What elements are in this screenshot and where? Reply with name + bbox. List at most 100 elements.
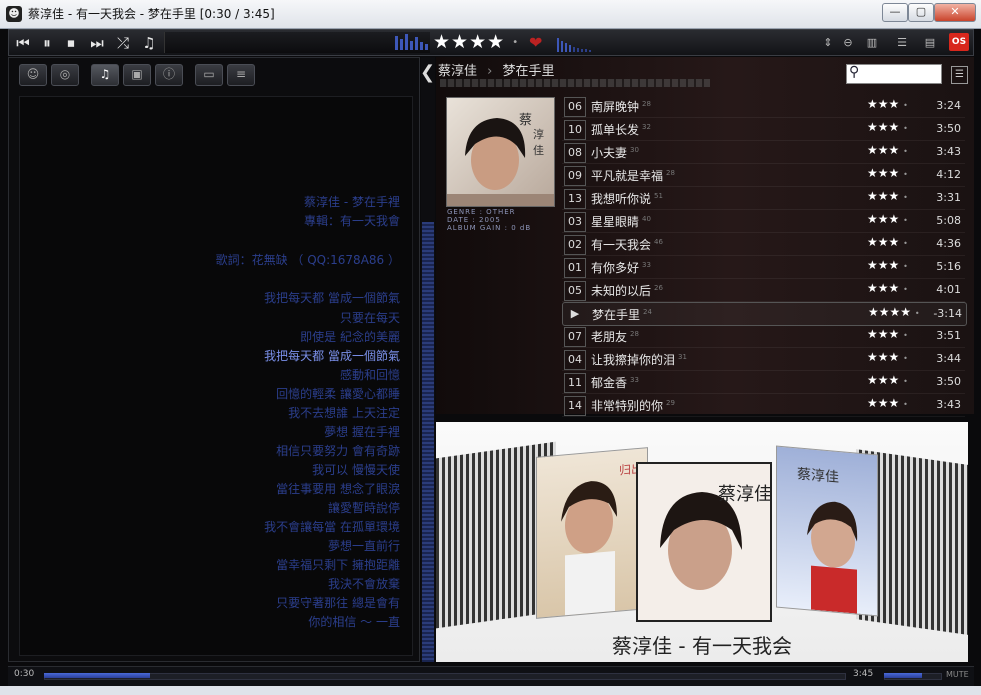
tab-lyrics-icon[interactable]: ♫ xyxy=(91,64,119,86)
track-row[interactable]: ▶ 梦在手里 24 ★★★★ • -3:14 xyxy=(562,302,967,326)
track-rating-stars[interactable]: ★★★ xyxy=(867,189,899,203)
track-row[interactable]: 11 郁金香 33 ★★★ • 3:50 xyxy=(562,371,965,394)
track-rating-stars[interactable]: ★★★ xyxy=(867,396,899,410)
track-rating[interactable]: ★★★★ • xyxy=(868,305,920,319)
breadcrumb-artist[interactable]: 蔡淳佳 xyxy=(438,64,477,79)
rating-dot[interactable]: • xyxy=(512,37,519,48)
track-rating-dot[interactable]: • xyxy=(903,239,908,248)
track-rating[interactable]: ★★★ • xyxy=(867,258,908,272)
search-input[interactable] xyxy=(846,64,942,84)
display-mode-icon[interactable]: ▤ xyxy=(919,35,941,50)
coverflow-cover-center[interactable]: 蔡淳佳 xyxy=(636,462,772,622)
sort-icon[interactable]: ⇕ xyxy=(821,35,835,50)
panel-scrollbar[interactable] xyxy=(421,57,435,662)
minimize-mode-icon[interactable]: ⊖ xyxy=(841,35,855,50)
back-arrow-icon[interactable]: ❮ xyxy=(420,62,435,83)
playlist-icon[interactable]: ☰ xyxy=(891,35,913,50)
track-rating-stars[interactable]: ★★★ xyxy=(867,166,899,180)
track-rating[interactable]: ★★★ • xyxy=(867,373,908,387)
coverflow-view[interactable]: 归出 蔡淳佳 蔡淳佳 蔡淳佳 - 有一天我会 xyxy=(436,422,968,662)
track-row[interactable]: 13 我想听你说 51 ★★★ • 3:31 xyxy=(562,187,965,210)
close-button[interactable]: ✕ xyxy=(934,3,976,22)
track-rating[interactable]: ★★★ • xyxy=(867,166,908,180)
breadcrumb-album[interactable]: 梦在手里 xyxy=(503,64,555,79)
track-rating-dot[interactable]: • xyxy=(903,354,908,363)
pause-icon[interactable]: ⏸ xyxy=(36,33,58,53)
track-rating[interactable]: ★★★ • xyxy=(867,97,908,111)
track-rating-stars[interactable]: ★★★ xyxy=(867,350,899,364)
track-rating[interactable]: ★★★ • xyxy=(867,212,908,226)
track-rating-stars[interactable]: ★★★ xyxy=(867,327,899,341)
seek-progress[interactable] xyxy=(44,673,150,678)
equalizer-icon[interactable]: ▥ xyxy=(861,35,883,50)
shuffle-icon[interactable]: ⤮ xyxy=(112,33,134,53)
track-row[interactable]: 04 让我擦掉你的泪 31 ★★★ • 3:44 xyxy=(562,348,965,371)
track-row[interactable]: 07 老朋友 28 ★★★ • 3:51 xyxy=(562,325,965,348)
tab-info-icon[interactable]: ⓘ xyxy=(155,64,183,86)
track-rating-dot[interactable]: • xyxy=(903,262,908,271)
alphabet-index-strip[interactable] xyxy=(440,79,710,87)
track-row[interactable]: 01 有你多好 33 ★★★ • 5:16 xyxy=(562,256,965,279)
track-rating-stars[interactable]: ★★★ xyxy=(867,143,899,157)
window-title-bar[interactable]: ☻ 蔡淳佳 - 有一天我会 - 梦在手里 [0:30 / 3:45] — ▢ ✕ xyxy=(0,0,981,29)
coverflow-cover-left[interactable]: 归出 xyxy=(536,447,648,619)
tab-list-icon[interactable]: ≡ xyxy=(227,64,255,86)
album-cover[interactable]: 蔡 淳 佳 xyxy=(446,97,555,207)
volume-level[interactable] xyxy=(884,673,922,678)
music-note-icon[interactable]: ♫ xyxy=(138,33,160,53)
track-rating-dot[interactable]: • xyxy=(915,309,920,318)
track-rating-dot[interactable]: • xyxy=(903,400,908,409)
track-row[interactable]: 03 星星眼睛 40 ★★★ • 5:08 xyxy=(562,210,965,233)
tab-artist-icon[interactable]: ☺ xyxy=(19,64,47,86)
maximize-button[interactable]: ▢ xyxy=(908,3,934,22)
track-row[interactable]: 02 有一天我会 46 ★★★ • 4:36 xyxy=(562,233,965,256)
track-rating-dot[interactable]: • xyxy=(903,331,908,340)
track-rating-dot[interactable]: • xyxy=(903,101,908,110)
track-rating[interactable]: ★★★ • xyxy=(867,143,908,157)
track-rating[interactable]: ★★★ • xyxy=(867,281,908,295)
track-rating-stars[interactable]: ★★★★ xyxy=(868,305,911,319)
track-row[interactable]: 05 未知的以后 26 ★★★ • 4:01 xyxy=(562,279,965,302)
track-row[interactable]: 08 小夫妻 30 ★★★ • 3:43 xyxy=(562,141,965,164)
tab-window-icon[interactable]: ▭ xyxy=(195,64,223,86)
track-rating-dot[interactable]: • xyxy=(903,377,908,386)
minimize-button[interactable]: — xyxy=(882,3,908,22)
os-badge[interactable]: OS xyxy=(949,33,969,51)
list-view-icon[interactable]: ☰ xyxy=(951,66,968,84)
track-rating[interactable]: ★★★ • xyxy=(867,235,908,249)
track-rating[interactable]: ★★★ • xyxy=(867,396,908,410)
search-icon[interactable]: ⚲ xyxy=(849,64,859,80)
track-rating[interactable]: ★★★ • xyxy=(867,189,908,203)
track-rating-dot[interactable]: • xyxy=(903,193,908,202)
track-rating-dot[interactable]: • xyxy=(903,147,908,156)
track-rating-stars[interactable]: ★★★ xyxy=(867,212,899,226)
track-rating-dot[interactable]: • xyxy=(903,124,908,133)
tab-disc-icon[interactable]: ◎ xyxy=(51,64,79,86)
track-rating-dot[interactable]: • xyxy=(903,285,908,294)
track-rating-stars[interactable]: ★★★ xyxy=(867,235,899,249)
next-track-icon[interactable]: ⏭ xyxy=(86,33,108,53)
tab-photo-icon[interactable]: ▣ xyxy=(123,64,151,86)
track-rating-stars[interactable]: ★★★ xyxy=(867,373,899,387)
coverflow-cover-right[interactable]: 蔡淳佳 xyxy=(776,445,878,617)
track-row[interactable]: 09 平凡就是幸福 28 ★★★ • 4:12 xyxy=(562,164,965,187)
track-rating-dot[interactable]: • xyxy=(903,170,908,179)
previous-track-icon[interactable]: ⏮ xyxy=(12,33,34,53)
track-rating-dot[interactable]: • xyxy=(903,216,908,225)
rating-stars[interactable]: ★★★★ xyxy=(433,31,505,53)
heart-icon[interactable]: ❤ xyxy=(529,33,542,52)
mute-button[interactable]: MUTE xyxy=(946,670,969,679)
lyrics-view[interactable]: 蔡淳佳 - 梦在手裡 專輯：有一天我會 歌詞：花無缺 （ QQ:1678A86 ） 我… xyxy=(19,96,413,656)
scrollbar-thumb[interactable] xyxy=(422,222,434,662)
track-rating-stars[interactable]: ★★★ xyxy=(867,120,899,134)
track-rating-stars[interactable]: ★★★ xyxy=(867,258,899,272)
track-row[interactable]: 14 非常特别的你 29 ★★★ • 3:43 xyxy=(562,394,965,417)
stop-icon[interactable]: ⏹ xyxy=(60,33,82,53)
track-row[interactable]: 10 孤单长发 32 ★★★ • 3:50 xyxy=(562,118,965,141)
track-row[interactable]: 06 南屏晚钟 28 ★★★ • 3:24 xyxy=(562,95,965,118)
track-rating[interactable]: ★★★ • xyxy=(867,350,908,364)
seek-slider[interactable] xyxy=(44,673,846,680)
track-rating[interactable]: ★★★ • xyxy=(867,327,908,341)
track-rating-stars[interactable]: ★★★ xyxy=(867,281,899,295)
track-rating[interactable]: ★★★ • xyxy=(867,120,908,134)
